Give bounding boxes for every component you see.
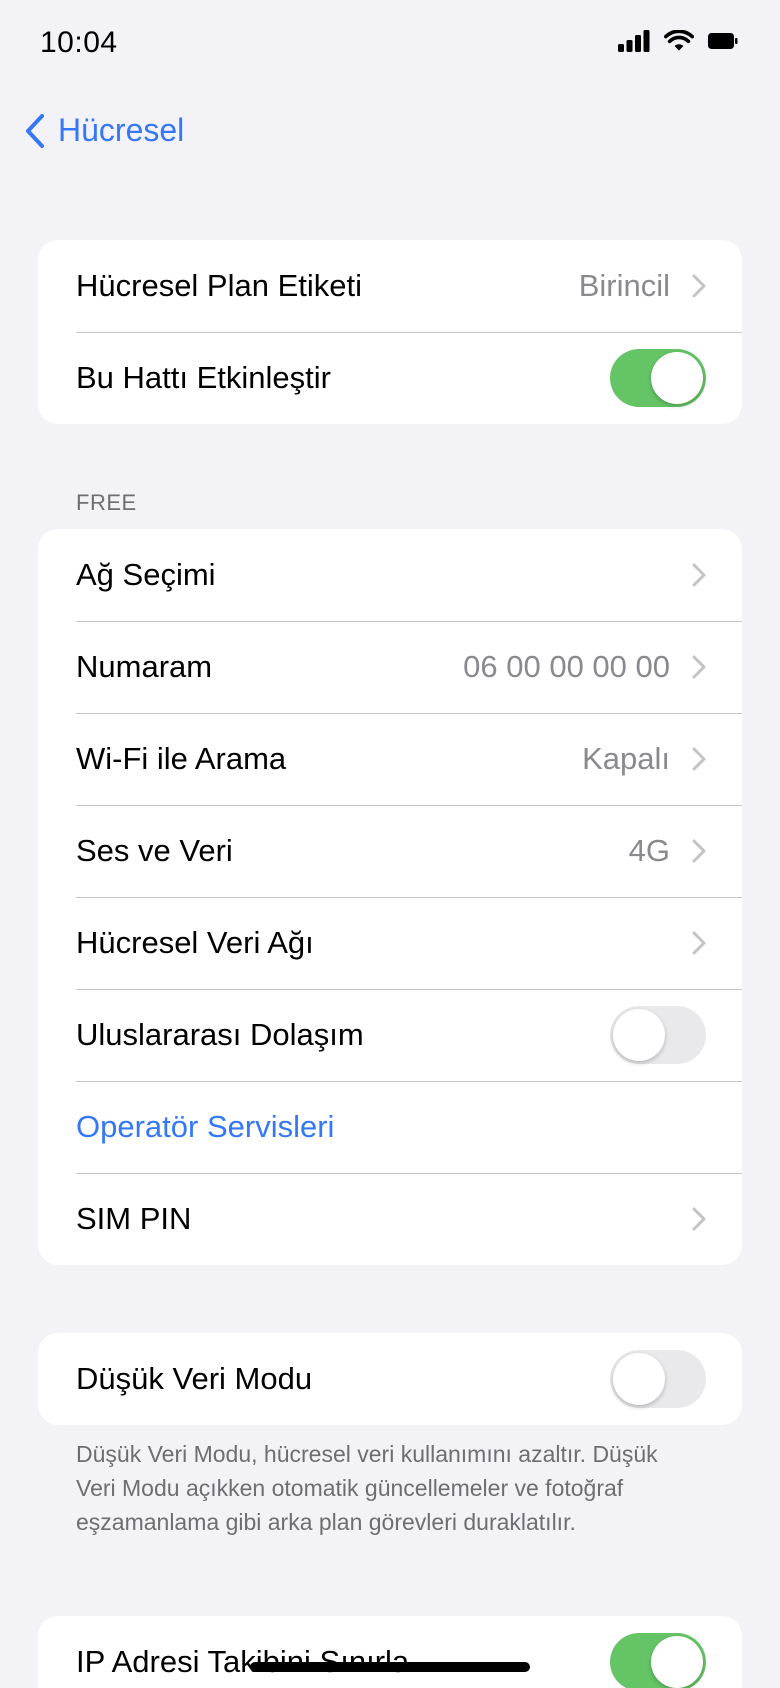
row-carrier-services[interactable]: Operatör Servisleri — [38, 1081, 742, 1173]
row-label: Wi-Fi ile Arama — [76, 741, 287, 776]
row-label: Numaram — [76, 649, 213, 684]
chevron-right-icon — [692, 931, 706, 955]
row-label: Hücresel Veri Ağı — [76, 925, 314, 960]
chevron-right-icon — [692, 839, 706, 863]
status-time: 10:04 — [40, 26, 118, 59]
row-label: Ses ve Veri — [76, 833, 233, 868]
status-bar: 10:04 — [0, 0, 780, 86]
chevron-right-icon — [692, 1207, 706, 1231]
enable-line-toggle[interactable] — [610, 349, 706, 407]
toggle-knob — [613, 1009, 665, 1061]
toggle-knob — [651, 1636, 703, 1688]
plan-settings-group: Hücresel Plan Etiketi Birincil Bu Hattı … — [38, 240, 742, 424]
low-data-mode-footer: Düşük Veri Modu, hücresel veri kullanımı… — [76, 1441, 658, 1535]
carrier-services-link[interactable]: Operatör Servisleri — [76, 1109, 706, 1145]
row-label: Uluslararası Dolaşım — [76, 1017, 364, 1052]
row-label: Bu Hattı Etkinleştir — [76, 360, 331, 395]
row-network-selection[interactable]: Ağ Seçimi — [38, 529, 742, 621]
row-label: Hücresel Plan Etiketi — [76, 268, 363, 303]
row-label: SIM PIN — [76, 1201, 192, 1236]
row-wifi-calling[interactable]: Wi-Fi ile Arama Kapalı — [38, 713, 742, 805]
chevron-right-icon — [692, 747, 706, 771]
toggle-knob — [613, 1353, 665, 1405]
row-value: 4G — [628, 833, 670, 868]
cellular-signal-icon — [618, 30, 650, 52]
cellular-line-settings-screen: 10:04 Hücresel Hücresel Plan Etiketi Bir… — [0, 0, 780, 1688]
home-indicator — [250, 1662, 530, 1672]
low-data-mode-toggle[interactable] — [610, 1350, 706, 1408]
row-voice-and-data[interactable]: Ses ve Veri 4G — [38, 805, 742, 897]
row-international-roaming: Uluslararası Dolaşım — [38, 989, 742, 1081]
toggle-knob — [651, 352, 703, 404]
carrier-settings-group: Ağ Seçimi Numaram 06 00 00 00 00 Wi-Fi i… — [38, 529, 742, 1265]
row-label: Ağ Seçimi — [76, 557, 216, 592]
row-value: 06 00 00 00 00 — [463, 649, 670, 684]
row-cellular-plan-label[interactable]: Hücresel Plan Etiketi Birincil — [38, 240, 742, 332]
navigation-bar: Hücresel — [0, 86, 780, 178]
chevron-right-icon — [692, 655, 706, 679]
section-header-free: FREE — [76, 490, 137, 515]
low-data-mode-group: Düşük Veri Modu — [38, 1333, 742, 1425]
chevron-right-icon — [692, 274, 706, 298]
chevron-left-icon — [26, 113, 44, 148]
row-enable-line: Bu Hattı Etkinleştir — [38, 332, 742, 424]
ip-tracking-group: IP Adresi Takibini Sınırla — [38, 1616, 742, 1688]
row-label: Düşük Veri Modu — [76, 1361, 313, 1396]
status-icons — [618, 30, 738, 52]
row-cellular-data-network[interactable]: Hücresel Veri Ağı — [38, 897, 742, 989]
row-value: Kapalı — [582, 741, 670, 776]
limit-ip-tracking-toggle[interactable] — [610, 1633, 706, 1688]
back-button[interactable]: Hücresel — [24, 112, 184, 149]
battery-icon — [708, 33, 738, 49]
back-button-label: Hücresel — [58, 112, 185, 148]
international-roaming-toggle[interactable] — [610, 1006, 706, 1064]
row-my-number[interactable]: Numaram 06 00 00 00 00 — [38, 621, 742, 713]
row-low-data-mode: Düşük Veri Modu — [38, 1333, 742, 1425]
chevron-right-icon — [692, 563, 706, 587]
row-limit-ip-tracking: IP Adresi Takibini Sınırla — [38, 1616, 742, 1688]
row-sim-pin[interactable]: SIM PIN — [38, 1173, 742, 1265]
row-value: Birincil — [578, 268, 670, 303]
wifi-icon — [664, 30, 694, 51]
